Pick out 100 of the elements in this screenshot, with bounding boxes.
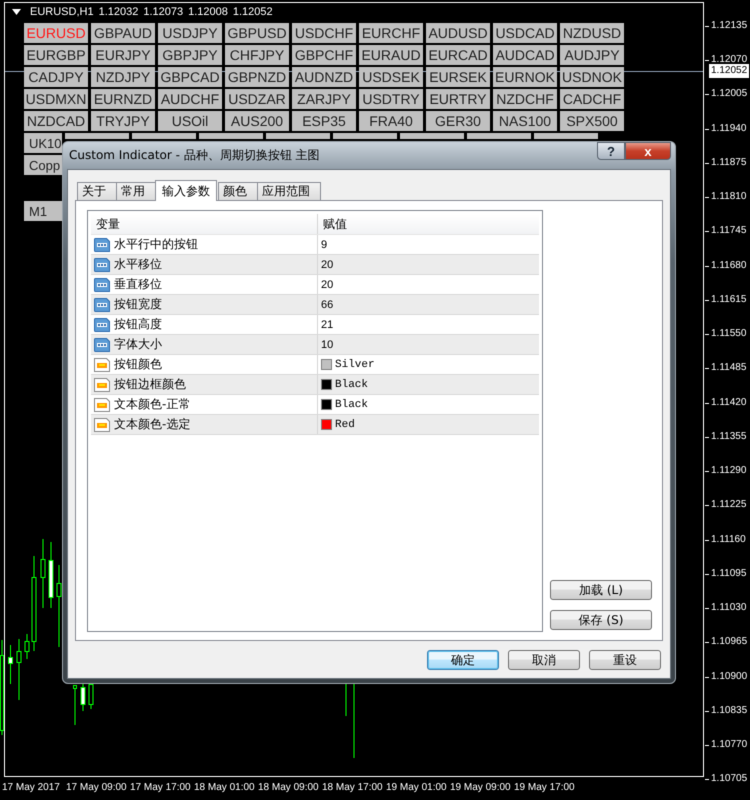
price-label: 1.11160 [711,532,746,547]
column-header[interactable]: 变量 [91,214,318,234]
price-label: 1.11095 [711,566,746,581]
quote-value: 1.12008 [188,6,228,18]
symbol-button[interactable]: GBPJPY [158,45,222,65]
symbol-button[interactable]: AUDNZD [292,67,356,87]
symbol-button[interactable]: TRYJPY [91,111,155,131]
symbol-button[interactable]: EURTRY [426,89,490,109]
symbol-button[interactable] [400,133,464,139]
price-label: 1.11810 [711,190,746,204]
symbol-button[interactable]: USDNOK [560,67,624,87]
symbol-button[interactable]: EURCHF [359,23,423,43]
symbol-button[interactable]: AUDCAD [493,45,557,65]
table-row[interactable]: 按钮边框颜色 Black [91,375,539,395]
column-header[interactable]: 赋值 [318,214,539,234]
symbol-button[interactable]: EURJPY [91,45,155,65]
symbol-button[interactable]: USDMXN [24,89,88,109]
price-label: 1.11745 [711,224,746,238]
dropdown-arrow-icon[interactable] [12,9,21,15]
tab[interactable]: 应用范围 [257,182,321,200]
symbol-button[interactable]: NZDJPY [91,67,155,87]
symbol-button[interactable]: Copp [24,155,62,175]
price-label: 1.11680 [711,258,746,273]
symbol-button[interactable] [266,133,330,139]
table-row[interactable]: 字体大小 10 [91,335,539,355]
table-row[interactable]: 按钮高度 21 [91,315,539,335]
table-row[interactable]: 水平行中的按钮 9 [91,235,539,255]
symbol-button[interactable]: AUDUSD [426,23,490,43]
tab[interactable]: 颜色 [218,182,258,200]
dialog-button[interactable]: 取消 [508,650,580,670]
tab[interactable]: 关于 [77,182,117,200]
symbol-button[interactable]: EURNZD [91,89,155,109]
close-button[interactable]: x [625,142,671,160]
symbol-button[interactable]: USDTRY [359,89,423,109]
symbol-button[interactable]: GBPAUD [91,23,155,43]
color-document-icon [94,418,110,432]
symbol-button[interactable]: USOil [158,111,222,131]
symbol-button[interactable]: AUDCHF [158,89,222,109]
symbol-button[interactable] [132,133,196,139]
symbol-button[interactable] [333,133,397,139]
symbol-button[interactable]: GBPCHF [292,45,356,65]
symbol-button[interactable]: GBPCAD [158,67,222,87]
symbol-button[interactable]: USDSEK [359,67,423,87]
symbol-button[interactable]: EURAUD [359,45,423,65]
parameter-name: 文本颜色-正常 [114,396,190,413]
symbol-button[interactable]: FRA40 [359,111,423,131]
symbol-button[interactable]: USDZAR [225,89,289,109]
symbol-button[interactable]: SPX500 [560,111,624,131]
symbol-button[interactable]: EURSEK [426,67,490,87]
symbol-button[interactable]: ESP35 [292,111,356,131]
table-row[interactable]: 垂直移位 20 [91,275,539,295]
side-button[interactable]: 加载 (L) [550,580,652,600]
table-row[interactable]: 按钮颜色 Silver [91,355,539,375]
color-document-icon [94,378,110,392]
symbol-button[interactable]: AUS200 [225,111,289,131]
dialog-button[interactable]: 确定 [427,650,499,670]
symbol-button[interactable]: USDCAD [493,23,557,43]
symbol-button[interactable]: NZDCHF [493,89,557,109]
symbol-button[interactable] [467,133,531,139]
symbol-button[interactable]: USDJPY [158,23,222,43]
symbol-button[interactable]: CHFJPY [225,45,289,65]
symbol-button[interactable]: CADCHF [560,89,624,109]
table-row[interactable]: 水平移位 20 [91,255,539,275]
price-label: 1.12005 [711,87,748,102]
symbol-button[interactable]: CADJPY [24,67,88,87]
symbol-button[interactable]: ZARJPY [292,89,356,109]
symbol-button[interactable]: GBPNZD [225,67,289,87]
price-label: 1.10900 [711,670,748,684]
tab[interactable]: 常用 [116,182,156,200]
help-button[interactable]: ? [597,142,625,160]
price-label: 1.11615 [711,292,746,307]
table-row[interactable]: 按钮宽度 66 [91,295,539,315]
symbol-button[interactable]: UK10 [24,133,62,153]
symbol-button[interactable]: GBPUSD [225,23,289,43]
symbol-button[interactable]: AUDJPY [560,45,624,65]
timeframe-button[interactable]: M1 [24,201,62,221]
dialog-button[interactable]: 重设 [589,650,661,670]
symbol-button[interactable]: NZDUSD [560,23,624,43]
symbol-button[interactable]: EURNOK [493,67,557,87]
time-label: 18 May 01:00 [194,782,256,793]
symbol-button[interactable]: EURCAD [426,45,490,65]
number-document-icon [94,278,110,292]
symbol-button[interactable] [199,133,263,139]
symbol-button[interactable]: NZDCAD [24,111,88,131]
candlestick [24,634,30,660]
table-row[interactable]: 文本颜色-正常 Black [91,395,539,415]
symbol-button[interactable] [65,133,129,139]
tab[interactable]: 输入参数 [155,180,217,201]
symbol-button[interactable]: GER30 [426,111,490,131]
window-title: Custom Indicator - 品种、周期切换按钮 主图 [68,147,320,164]
table-row[interactable]: 文本颜色-选定 Red [91,415,539,435]
color-document-icon [94,398,110,412]
symbol-button[interactable] [534,133,598,139]
side-button[interactable]: 保存 (S) [550,610,652,630]
price-label: 1.10705 [711,772,748,786]
symbol-button[interactable]: EURGBP [24,45,88,65]
symbol-button[interactable]: NAS100 [493,111,557,131]
symbol-button[interactable]: USDCHF [292,23,356,43]
time-label: 17 May 09:00 [66,782,128,793]
quote-value: 1.12073 [143,6,184,18]
